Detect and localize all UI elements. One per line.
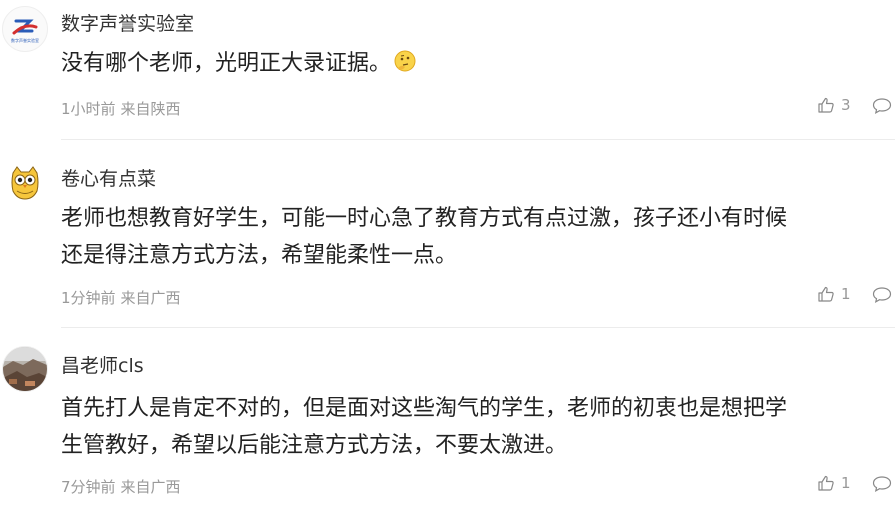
comment-meta: 1小时前 来自陕西 [61,98,181,119]
thumbs-up-icon [818,286,834,302]
comment-location: 来自广西 [120,478,181,496]
like-count: 1 [841,474,851,492]
comment-line: 首先打人是肯定不对的，但是面对这些淘气的学生，老师的初衷也是想把学 [61,396,788,421]
divider [61,139,895,140]
comment-meta: 7分钟前 来自广西 [61,476,181,497]
thumbs-up-icon [818,97,834,113]
comment-text: 首先打人是肯定不对的，但是面对这些淘气的学生，老师的初衷也是想把学 生管教好，希… [61,390,881,464]
username[interactable]: 数字声誉实验室 [61,9,194,36]
like-count: 1 [841,285,851,303]
avatar-caption: 数字声誉实验室 [11,38,39,43]
divider [61,327,895,328]
like-button[interactable]: 1 [817,474,851,492]
comment-bubble-icon [872,287,892,303]
username[interactable]: 昌老师cls [61,351,144,378]
comment-line: 老师也想教育好学生，可能一时心急了教育方式有点过激，孩子还小有时候 [61,206,788,231]
lab-logo-avatar-icon [3,7,47,51]
comment-line: 生管教好，希望以后能注意方式方法，不要太激进。 [61,433,568,458]
comment-text: 老师也想教育好学生，可能一时心急了教育方式有点过激，孩子还小有时候 还是得注意方… [61,200,881,274]
reply-button[interactable] [872,97,892,119]
comment-line: 没有哪个老师，光明正大录证据。 [61,51,392,76]
comment-time: 7分钟前 [61,478,116,496]
comment-meta: 1分钟前 来自广西 [61,287,181,308]
owl-cartoon-avatar-icon [3,161,47,205]
comment-location: 来自广西 [120,289,181,307]
comment-location: 来自陕西 [120,100,181,118]
reply-button[interactable] [872,286,892,308]
comment-bubble-icon [872,98,892,114]
like-count: 3 [841,96,851,114]
reply-button[interactable] [872,475,892,497]
avatar[interactable]: 数字声誉实验室 [2,6,48,52]
comment-bubble-icon [872,476,892,492]
username[interactable]: 卷心有点菜 [61,164,156,191]
avatar[interactable] [2,346,48,392]
comment-time: 1分钟前 [61,289,116,307]
photo-avatar-icon [3,347,47,391]
thinking-face-emoji-icon [393,48,417,85]
comment-time: 1小时前 [61,100,116,118]
comment-line: 还是得注意方式方法，希望能柔性一点。 [61,243,458,268]
comment-text: 没有哪个老师，光明正大录证据。 [61,45,881,85]
like-button[interactable]: 3 [817,96,851,114]
avatar[interactable] [2,160,48,206]
like-button[interactable]: 1 [817,285,851,303]
thumbs-up-icon [818,475,834,491]
